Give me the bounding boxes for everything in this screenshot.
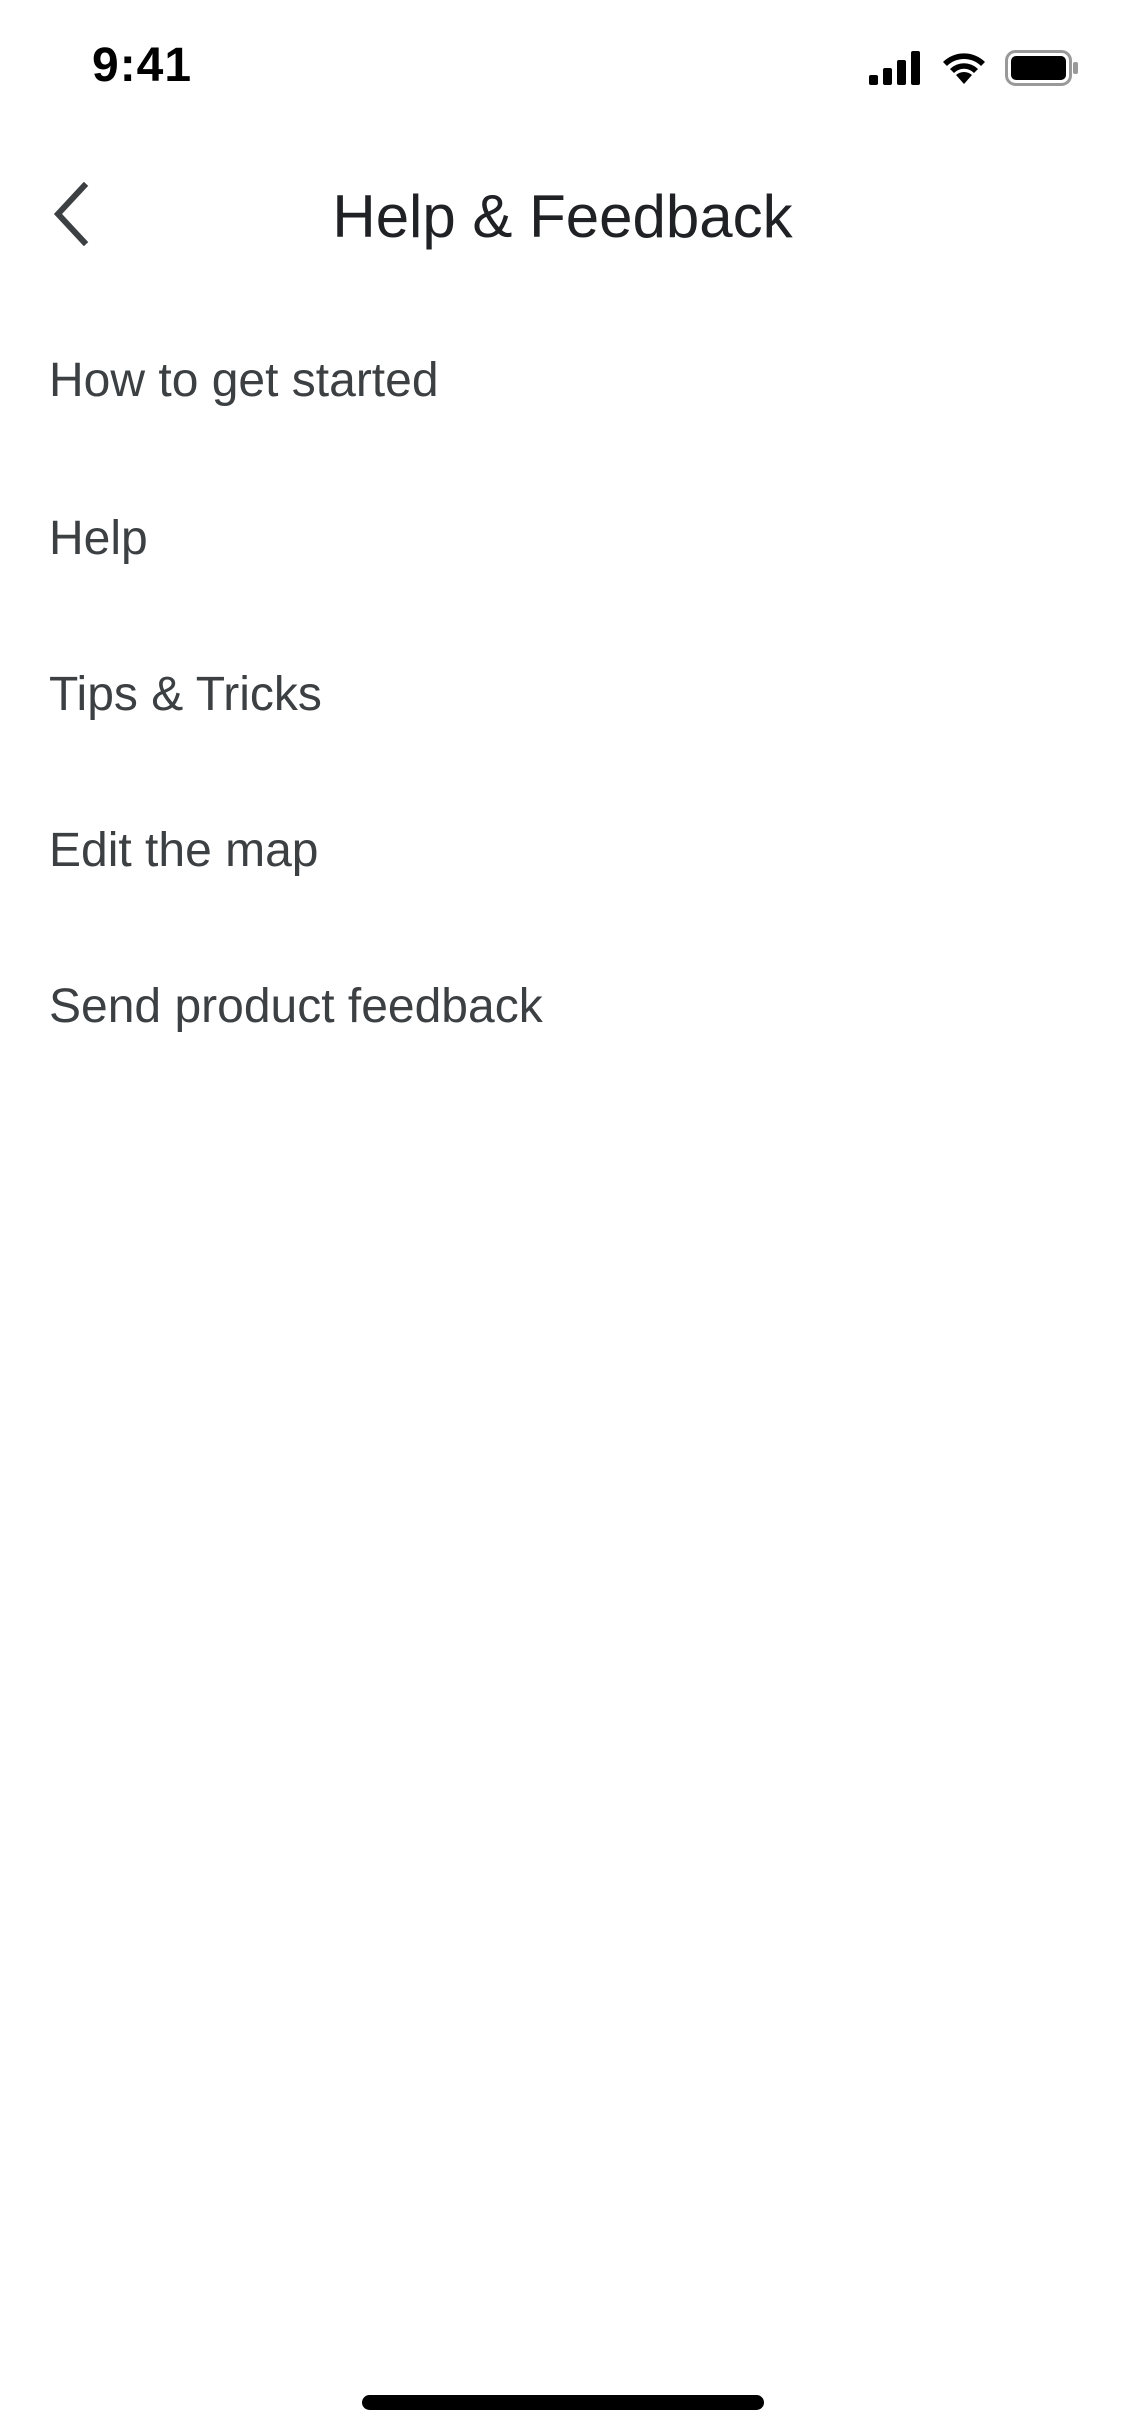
- wifi-icon: [939, 50, 989, 91]
- menu-item-label: Help: [49, 511, 148, 565]
- status-icons: [869, 49, 1079, 91]
- status-bar: 9:41: [0, 0, 1125, 132]
- menu-item-help[interactable]: Help: [0, 460, 1125, 616]
- cellular-signal-icon: [869, 50, 923, 90]
- menu-item-label: Edit the map: [49, 823, 319, 877]
- help-menu-list: How to get started Help Tips & Tricks Ed…: [0, 300, 1125, 1084]
- menu-item-send-product-feedback[interactable]: Send product feedback: [0, 928, 1125, 1084]
- page-title: Help & Feedback: [332, 183, 793, 250]
- header-bar: Help & Feedback: [0, 132, 1125, 300]
- menu-item-tips-and-tricks[interactable]: Tips & Tricks: [0, 616, 1125, 772]
- status-time: 9:41: [92, 39, 193, 92]
- home-indicator[interactable]: [362, 2395, 764, 2410]
- menu-item-how-to-get-started[interactable]: How to get started: [0, 300, 1125, 460]
- menu-item-label: Send product feedback: [49, 979, 543, 1033]
- menu-item-edit-the-map[interactable]: Edit the map: [0, 772, 1125, 928]
- menu-item-label: Tips & Tricks: [49, 667, 322, 721]
- menu-item-label: How to get started: [49, 353, 439, 407]
- battery-icon: [1005, 49, 1079, 91]
